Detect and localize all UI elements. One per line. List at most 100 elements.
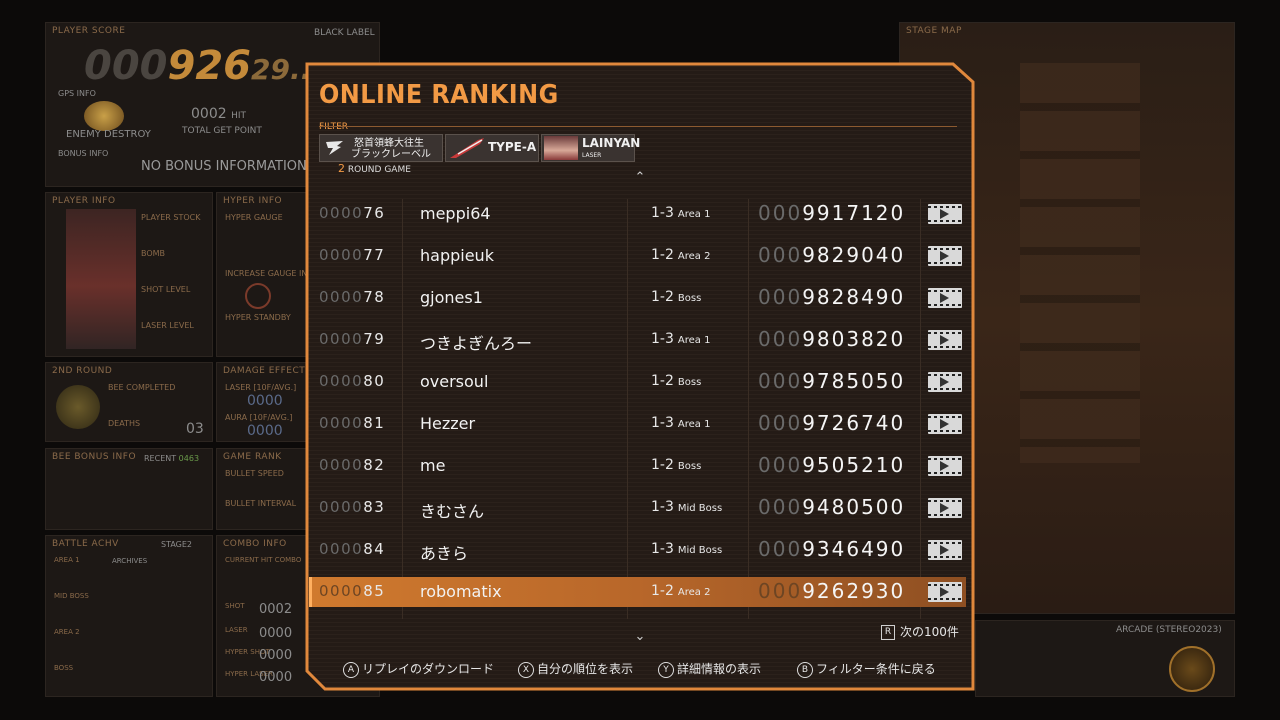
rank-number: 000079 [319, 330, 386, 348]
panel-title: PLAYER SCORE [52, 26, 126, 36]
replay-film-icon[interactable] [928, 246, 962, 266]
hyper-gauge-label: HYPER GAUGE [225, 213, 283, 222]
b-button-icon: B [797, 661, 813, 678]
panel-title: 2ND ROUND [52, 366, 113, 376]
filter-fighter-label: TYPE-A [488, 140, 537, 154]
stage-reached: 1-2 Boss [651, 289, 702, 305]
replay-film-icon[interactable] [928, 414, 962, 434]
shot-value: 0002 [259, 602, 293, 617]
replay-film-icon[interactable] [928, 204, 962, 224]
round-possible-badge [56, 385, 100, 429]
title-divider [319, 126, 957, 127]
replay-film-icon[interactable] [928, 582, 962, 602]
rank-number: 000078 [319, 288, 386, 306]
score-value: 0009262930 [758, 579, 906, 603]
ranking-row[interactable]: 000076 meppi64 1-3 Area 1 0009917120 [309, 199, 966, 229]
hint-label: フィルター条件に戻る [816, 662, 936, 676]
scroll-up-icon[interactable]: ⌃ [631, 170, 649, 185]
bullet-speed-label: BULLET SPEED [225, 469, 284, 478]
replay-film-icon[interactable] [928, 540, 962, 560]
ranking-row[interactable]: 000082 me 1-2 Boss 0009505210 [309, 451, 966, 481]
shot-level-label: SHOT LEVEL [141, 285, 191, 294]
rank-number: 000077 [319, 246, 386, 264]
laser-level-label: LASER LEVEL [141, 321, 194, 330]
rank-number: 000081 [319, 414, 386, 432]
target-icon [245, 283, 271, 309]
ranking-row[interactable]: 000081 Hezzer 1-3 Area 1 0009726740 [309, 409, 966, 439]
scroll-down-icon[interactable]: ⌄ [631, 629, 649, 644]
gold-badge-icon [84, 101, 124, 131]
replay-film-icon[interactable] [928, 288, 962, 308]
bombs-value: 03 [186, 421, 204, 437]
stage-label: STAGE2 [161, 540, 193, 549]
show-my-rank-hint[interactable]: X 自分の順位を表示 [518, 660, 633, 678]
show-details-hint[interactable]: Y 詳細情報の表示 [658, 660, 761, 678]
battle-achv-panel: BATTLE ACHV STAGE2 AREA 1 ARCHIVES MID B… [45, 535, 213, 697]
achv-row-label: AREA 2 [54, 628, 80, 636]
rank-number: 000084 [319, 540, 386, 558]
hint-label: 詳細情報の表示 [677, 662, 762, 676]
back-to-filter-hint[interactable]: B フィルター条件に戻る [797, 660, 936, 678]
stage-reached: 1-3 Mid Boss [651, 541, 723, 557]
panel-title: DAMAGE EFFECT [223, 366, 306, 376]
player-name: happieuk [420, 246, 494, 265]
dialog-title: ONLINE RANKING [319, 80, 559, 110]
next-page-button[interactable]: R 次の100件 [881, 623, 959, 640]
rank-number: 000076 [319, 204, 386, 222]
x-button-icon: X [518, 661, 534, 678]
fighter-ship-icon [450, 138, 484, 158]
panel-title: STAGE MAP [906, 26, 962, 36]
score-value: 0009346490 [758, 537, 906, 561]
score-value: 0009480500 [758, 495, 906, 519]
archives-label: ARCHIVES [112, 557, 148, 565]
arcade-panel: ARCADE (STEREO2023) [975, 620, 1235, 697]
hyper-laser-value: 0000 [259, 670, 293, 685]
ranking-row[interactable]: 000080 oversoul 1-2 Boss 0009785050 [309, 367, 966, 397]
hyper-standby-label: HYPER STANDBY [225, 313, 291, 322]
filter-mode-line2: ブラックレーベル [351, 149, 431, 160]
rank-number: 000083 [319, 498, 386, 516]
recent-label: RECENT 0463 [144, 454, 200, 463]
aura-avg-value: 0000 [247, 423, 283, 439]
filter-mode-chip[interactable]: 怒首領蜂大往生 ブラックレーベル [319, 134, 443, 162]
bee-logo-icon [326, 141, 343, 155]
replay-film-icon[interactable] [928, 498, 962, 518]
player-name: oversoul [420, 372, 489, 391]
replay-film-icon[interactable] [928, 456, 962, 476]
score-value: 0009829040 [758, 243, 906, 267]
panel-title: BEE BONUS INFO [52, 452, 137, 462]
laser-value: 0000 [259, 626, 293, 641]
panel-title: HYPER INFO [223, 196, 283, 206]
replay-film-icon[interactable] [928, 330, 962, 350]
ranking-row[interactable]: 000079 つきよぎんろー 1-3 Area 1 0009803820 [309, 325, 966, 355]
ranking-row[interactable]: 000085 robomatix 1-2 Area 2 0009262930 [309, 577, 966, 607]
shot-label: SHOT [225, 602, 245, 610]
current-combo-label: CURRENT HIT COMBO [225, 556, 302, 564]
filter-fighter-chip[interactable]: TYPE-A [445, 134, 539, 162]
filter-doll-sub: LASER [582, 152, 602, 159]
player-info-panel: PLAYER INFO PLAYER STOCK BOMB SHOT LEVEL… [45, 192, 213, 357]
player-name: あきら [420, 544, 469, 563]
filter-label: FILTER [319, 122, 349, 132]
stage-reached: 1-2 Boss [651, 457, 702, 473]
download-replay-hint[interactable]: A リプレイのダウンロード [343, 660, 494, 678]
enemy-destroy-label: ENEMY DESTROY [66, 129, 151, 140]
arcade-label: ARCADE (STEREO2023) [1116, 625, 1222, 635]
bomb-label: BOMB [141, 249, 166, 258]
ranking-row[interactable]: 000077 happieuk 1-2 Area 2 0009829040 [309, 241, 966, 271]
achv-row-label: MID BOSS [54, 592, 89, 600]
ranking-row[interactable]: 000078 gjones1 1-2 Boss 0009828490 [309, 283, 966, 313]
score-value: 0009803820 [758, 327, 906, 351]
gps-info-label: GPS INFO [58, 89, 96, 98]
replay-film-icon[interactable] [928, 372, 962, 392]
filter-mode-line1: 怒首領蜂大往生 [354, 138, 424, 149]
player-name: つきよぎんろー [420, 334, 533, 353]
player-name: きむさん [420, 502, 485, 521]
filter-doll-chip[interactable]: LAINYAN LASER [541, 134, 640, 162]
ranking-row[interactable]: 000084 あきら 1-3 Mid Boss 0009346490 [309, 535, 966, 565]
player-score-value: 00092629... [84, 43, 322, 89]
hint-label: リプレイのダウンロード [362, 662, 495, 676]
ranking-row[interactable]: 000083 きむさん 1-3 Mid Boss 0009480500 [309, 493, 966, 523]
filter-doll-label: LAINYAN [582, 136, 641, 150]
emblem-icon [1169, 646, 1215, 692]
